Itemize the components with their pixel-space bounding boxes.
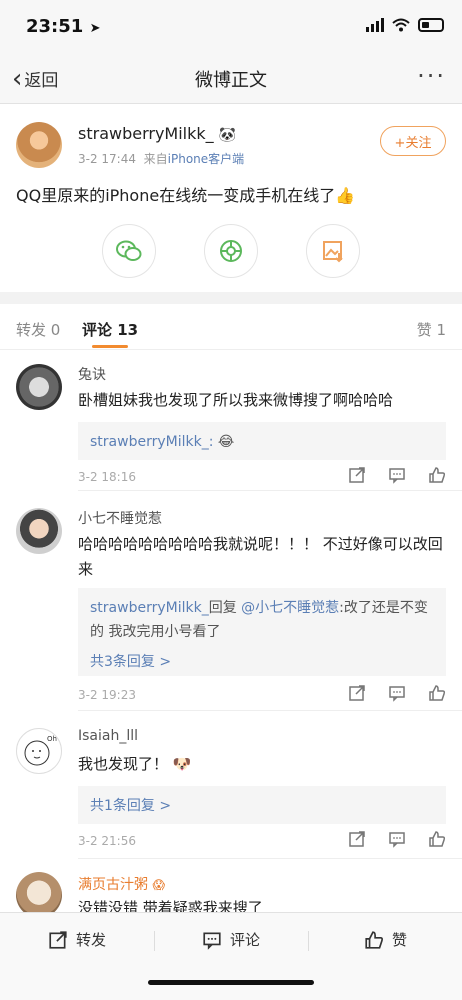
commenter-name[interactable]: 兔诀	[78, 364, 106, 384]
comment-text-content: 我也发现了！	[78, 755, 169, 773]
bottom-divider	[308, 931, 309, 951]
signal-icon	[366, 18, 384, 32]
comment-actions	[348, 466, 446, 484]
commenter-name[interactable]: 满页古汁粥 😱	[78, 874, 165, 894]
comment-time: 3-2 21:56	[78, 834, 136, 848]
reply-count-link[interactable]: 共3条回复 >	[90, 650, 434, 674]
section-gap	[0, 292, 462, 304]
battery-icon	[418, 18, 444, 32]
wechat-share-button[interactable]	[102, 224, 156, 278]
comment-text: 哈哈哈哈哈哈哈哈哈我就说呢！！！ 不过好像可以改回来	[78, 535, 443, 578]
reply-preview[interactable]: strawberryMilkk_回复 @小七不睡觉惹:改了还是不变的 我改完用小…	[78, 588, 446, 676]
reply-mention[interactable]: @小七不睡觉惹	[241, 600, 339, 616]
comment-divider	[78, 490, 462, 491]
post-source[interactable]: iPhone客户端	[168, 152, 245, 166]
commenter-avatar[interactable]	[16, 508, 62, 554]
share-row	[0, 224, 462, 278]
commenter-avatar[interactable]	[16, 364, 62, 410]
page-title: 微博正文	[195, 70, 267, 91]
repost-label: 转发	[76, 931, 107, 949]
follow-button[interactable]: +关注	[380, 126, 446, 156]
wifi-icon	[392, 18, 410, 32]
more-icon[interactable]: ···	[417, 62, 446, 90]
comment-label: 评论	[230, 931, 261, 949]
like-icon[interactable]	[428, 466, 446, 484]
comment-button[interactable]: 评论	[202, 929, 260, 950]
reply-count-link[interactable]: 共1条回复 >	[90, 798, 171, 814]
reply-preview[interactable]: strawberryMilkk_: 😂	[78, 422, 446, 460]
author-name[interactable]: strawberryMilkk_ 🐼	[78, 124, 236, 143]
panda-badge-icon: 🐼	[218, 127, 237, 143]
tab-repost[interactable]: 转发 0	[16, 319, 60, 340]
comment-item: 兔诀 卧槽姐妹我也发现了所以我来微博搜了啊哈哈哈 strawberryMilkk…	[0, 350, 462, 496]
save-image-button[interactable]	[306, 224, 360, 278]
reply-mid: 回复	[208, 600, 237, 616]
comment-time: 3-2 18:16	[78, 470, 136, 484]
status-time: 23:51 ➤	[26, 16, 101, 37]
comment-time: 3-2 19:23	[78, 688, 136, 702]
nav-bar: ‹ 返回 微博正文 ···	[0, 52, 462, 104]
comment-text: 没错没错 带着疑惑我来搜了	[78, 899, 263, 912]
home-indicator	[148, 980, 314, 985]
commenter-name[interactable]: 小七不睡觉惹	[78, 508, 162, 528]
author-name-text: strawberryMilkk_	[78, 124, 214, 143]
laugh-emoji: 😂	[217, 434, 235, 450]
tab-like[interactable]: 赞 1	[417, 319, 446, 340]
wechat-icon	[116, 240, 142, 261]
tab-comment[interactable]: 评论 13	[82, 319, 138, 340]
post-text-content: QQ里原来的iPhone在线统一变成手机在线了	[16, 186, 336, 205]
comment-icon	[203, 932, 221, 950]
source-prefix: 来自	[143, 152, 168, 166]
location-arrow-icon: ➤	[89, 21, 101, 36]
post-text: QQ里原来的iPhone在线统一变成手机在线了👍	[16, 182, 355, 206]
like-icon	[365, 930, 383, 949]
comment-icon[interactable]	[388, 684, 406, 702]
bottom-action-bar: 转发 评论 赞	[0, 912, 462, 1000]
author-avatar[interactable]	[16, 122, 62, 168]
repost-icon[interactable]	[348, 830, 366, 848]
like-button[interactable]: 赞	[364, 929, 407, 950]
status-icons	[366, 18, 444, 32]
svg-text:Oh: Oh	[47, 735, 57, 743]
comment-item: 小七不睡觉惹 哈哈哈哈哈哈哈哈哈我就说呢！！！ 不过好像可以改回来 strawb…	[0, 494, 462, 714]
reply-author[interactable]: strawberryMilkk_	[90, 600, 209, 616]
reply-preview[interactable]: 共1条回复 >	[78, 786, 446, 824]
status-bar: 23:51 ➤	[0, 0, 462, 52]
post-card: strawberryMilkk_ 🐼 3-2 17:44 来自iPhone客户端…	[0, 104, 462, 292]
post-date: 3-2 17:44	[78, 152, 136, 166]
tab-bar: 转发 0 评论 13 赞 1	[0, 304, 462, 350]
comment-icon[interactable]	[388, 830, 406, 848]
commenter-avatar[interactable]: Oh	[16, 728, 62, 774]
doge-emoji: 🐶	[172, 755, 192, 773]
repost-button[interactable]: 转发	[48, 929, 106, 950]
vip-badge-icon: 😱	[152, 878, 165, 892]
comment-icon[interactable]	[388, 466, 406, 484]
comment-item: 满页古汁粥 😱 没错没错 带着疑惑我来搜了	[0, 862, 462, 912]
commenter-name[interactable]: Isaiah_lll	[78, 728, 138, 744]
post-meta: 3-2 17:44 来自iPhone客户端	[78, 150, 244, 167]
bottom-divider	[154, 931, 155, 951]
like-icon[interactable]	[428, 684, 446, 702]
moments-icon	[220, 240, 242, 262]
comment-text: 我也发现了！ 🐶	[78, 752, 444, 777]
image-download-icon	[323, 241, 343, 263]
repost-icon[interactable]	[348, 466, 366, 484]
repost-icon[interactable]	[348, 684, 366, 702]
moments-share-button[interactable]	[204, 224, 258, 278]
comment-text: 卧槽姐妹我也发现了所以我来微博搜了啊哈哈哈	[78, 391, 394, 409]
like-icon[interactable]	[428, 830, 446, 848]
comment-divider	[78, 858, 462, 859]
commenter-avatar[interactable]	[16, 872, 62, 912]
thumbs-up-emoji: 👍	[335, 186, 356, 205]
comment-item: Oh Isaiah_lll 我也发现了！ 🐶 共1条回复 > 3-2 21:56	[0, 714, 462, 862]
reply-author[interactable]: strawberryMilkk_:	[90, 434, 213, 450]
comment-actions	[348, 830, 446, 848]
doodle-face-icon: Oh	[24, 735, 57, 766]
comment-divider	[78, 710, 462, 711]
tab-underline	[92, 345, 128, 348]
commenter-name-text: 满页古汁粥	[78, 877, 148, 893]
repost-icon	[49, 930, 67, 949]
like-label: 赞	[392, 931, 408, 949]
comment-actions	[348, 684, 446, 702]
